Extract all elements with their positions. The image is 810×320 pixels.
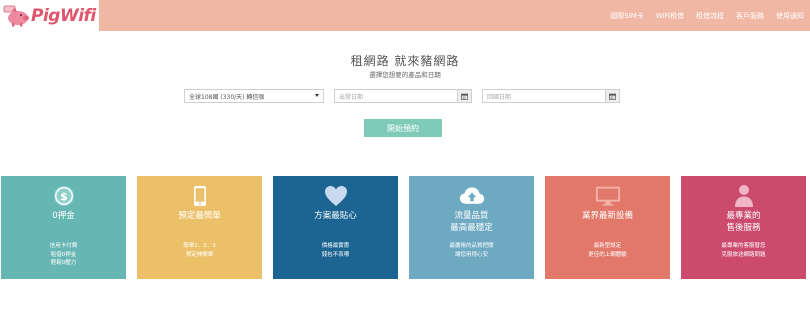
hero-subtitle: 選擇您想要的產品和日期 (369, 71, 441, 79)
feature-card-stable-quality: 流量品質 最高最穩定 最嚴格的品質把關 讓您用得心安 (409, 176, 534, 279)
feature-title: 0押金 (52, 211, 75, 221)
main-nav: 國際SIM卡 WiFi租借 租借流程 客戶服務 使用通知 (598, 0, 804, 31)
feature-cards: $ 0押金 信用卡付費 租借0押金 輕鬆0壓力 預定最簡單 簡單1．2．3 預定神簡單… (0, 176, 810, 279)
svg-text:$: $ (60, 190, 68, 203)
monitor-icon (595, 183, 621, 209)
start-booking-button[interactable]: 開始預約 (364, 119, 442, 137)
product-select[interactable]: 全球108國 (330/天) 轉信咖 (184, 89, 324, 103)
phone-icon (187, 183, 213, 209)
feature-card-best-plan: 方案最貼心 價格最實惠 錢包不哀嚎 (273, 176, 398, 279)
feature-title: 最專業的 售後服務 (726, 211, 761, 233)
depart-date-input[interactable]: 出發日期 (334, 89, 472, 103)
logo[interactable]: PigWifi (0, 0, 99, 31)
feature-description: 最專業的客服替您 克服旅途網路問題 (721, 243, 766, 258)
dollar-icon: $ (51, 183, 77, 209)
feature-card-latest-devices: 業界最新設備 最新型設定 更佳的上網體驗 (545, 176, 670, 279)
feature-title: 方案最貼心 (314, 211, 357, 221)
feature-description: 簡單1．2．3 預定神簡單 (183, 243, 216, 258)
feature-description: 最新型設定 更佳的上網體驗 (588, 243, 627, 258)
nav-usage-notice[interactable]: 使用通知 (776, 11, 804, 21)
feature-card-after-sales: 最專業的 售後服務 最專業的客服替您 克服旅途網路問題 (681, 176, 806, 279)
calendar-icon[interactable] (605, 90, 619, 102)
chevron-down-icon (315, 94, 319, 97)
logo-text: PigWifi (31, 5, 96, 26)
feature-card-no-deposit: $ 0押金 信用卡付費 租借0押金 輕鬆0壓力 (1, 176, 126, 279)
person-icon (731, 183, 757, 209)
top-header: PigWifi 國際SIM卡 WiFi租借 租借流程 客戶服務 使用通知 (0, 0, 810, 31)
depart-date-placeholder: 出發日期 (339, 93, 364, 101)
feature-title: 業界最新設備 (581, 211, 633, 221)
pig-logo-icon (3, 5, 29, 26)
feature-description: 最嚴格的品質把關 讓您用得心安 (449, 243, 494, 258)
calendar-icon[interactable] (457, 90, 471, 102)
feature-description: 信用卡付費 租借0押金 輕鬆0壓力 (49, 243, 78, 266)
nav-rental-process[interactable]: 租借流程 (696, 11, 724, 21)
nav-wifi-rental[interactable]: WiFi租借 (656, 11, 684, 21)
return-date-input[interactable]: 回國日期 (482, 89, 620, 103)
nav-customer-service[interactable]: 客戶服務 (736, 11, 764, 21)
return-date-placeholder: 回國日期 (487, 93, 512, 101)
feature-title: 預定最簡單 (178, 211, 221, 221)
feature-description: 價格最實惠 錢包不哀嚎 (321, 243, 350, 258)
cloud-upload-icon (459, 183, 485, 209)
nav-sim-card[interactable]: 國際SIM卡 (610, 11, 644, 21)
heart-icon (323, 183, 349, 209)
feature-card-easy-booking: 預定最簡單 簡單1．2．3 預定神簡單 (137, 176, 262, 279)
product-select-value: 全球108國 (330/天) 轉信咖 (189, 93, 265, 101)
hero-title: 租網路 就來豬網路 (350, 54, 460, 68)
feature-title: 流量品質 最高最穩定 (450, 211, 493, 233)
